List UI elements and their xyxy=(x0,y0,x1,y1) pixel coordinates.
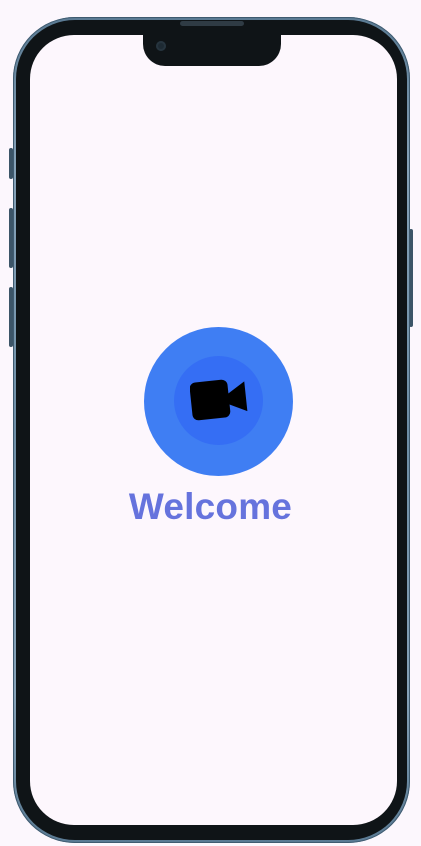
front-camera-icon xyxy=(156,41,166,51)
welcome-title: Welcome xyxy=(128,486,293,527)
welcome-logo-inner xyxy=(174,356,263,445)
app-stage: Welcome xyxy=(0,0,421,846)
welcome-logo xyxy=(144,327,293,476)
earpiece-speaker xyxy=(180,21,244,26)
video-camera-icon xyxy=(189,379,247,420)
